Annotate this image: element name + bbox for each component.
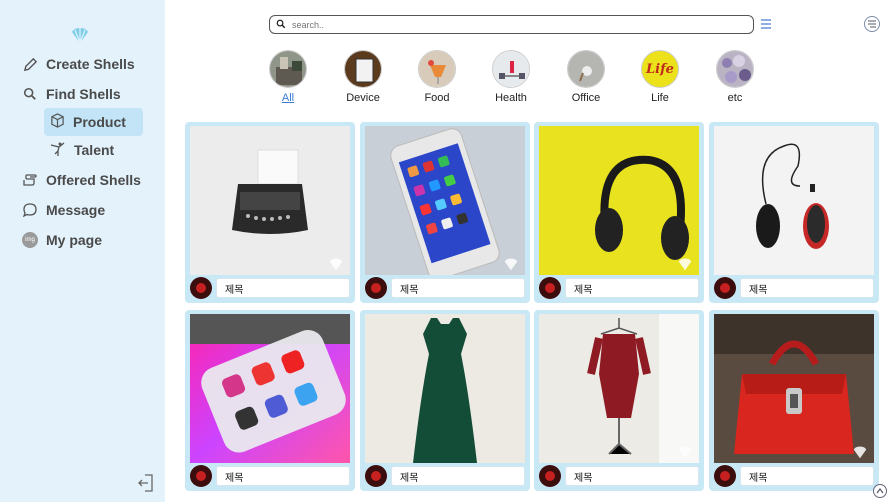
search-input[interactable] [292, 19, 732, 30]
avatar[interactable] [365, 277, 387, 299]
category-image [492, 50, 530, 88]
hamburger-icon [868, 20, 876, 28]
product-card[interactable]: 제목 [709, 122, 879, 303]
avatar: img [22, 232, 38, 248]
nav-label: Message [46, 202, 106, 218]
hand-icon [22, 172, 38, 188]
category-all[interactable]: All [258, 50, 318, 104]
nav-my-page[interactable]: img My page [22, 232, 102, 248]
category-label: All [281, 92, 295, 104]
category-label: Health [495, 92, 527, 104]
category-image [716, 50, 754, 88]
product-card[interactable]: 제목 [534, 122, 704, 303]
shell-watermark-icon [329, 258, 343, 271]
avatar[interactable] [714, 465, 736, 487]
nav-label: Create Shells [46, 56, 135, 72]
nav-label: Offered Shells [46, 172, 141, 188]
pencil-icon [22, 56, 38, 72]
nav-create-shells[interactable]: Create Shells [22, 56, 135, 72]
chat-bubble-icon [22, 202, 38, 218]
card-title: 제목 [565, 466, 699, 486]
avatar[interactable] [714, 277, 736, 299]
shell-watermark-icon [678, 446, 692, 459]
category-image [344, 50, 382, 88]
product-image [365, 314, 525, 463]
category-etc[interactable]: etc [705, 50, 765, 104]
category-life[interactable]: Life Life [630, 50, 690, 104]
nav-product[interactable]: Product [44, 108, 143, 136]
product-card[interactable]: 제목 [185, 310, 355, 491]
chevron-up-icon [876, 488, 884, 494]
avatar[interactable] [190, 277, 212, 299]
avatar[interactable] [539, 277, 561, 299]
product-image [714, 314, 874, 463]
nav-message[interactable]: Message [22, 202, 105, 218]
card-title: 제목 [391, 278, 525, 298]
category-health[interactable]: Health [481, 50, 541, 104]
nav-label: Product [73, 114, 126, 130]
category-image [567, 50, 605, 88]
menu-button[interactable] [864, 16, 880, 32]
shell-logo-icon[interactable] [70, 26, 90, 44]
avatar[interactable] [190, 465, 212, 487]
card-title: 제목 [391, 466, 525, 486]
product-card[interactable]: 제목 [534, 310, 704, 491]
nav-label: My page [46, 232, 103, 248]
category-image [269, 50, 307, 88]
logout-icon[interactable] [137, 473, 155, 493]
life-logo-text: Life [646, 61, 674, 77]
product-image [539, 126, 699, 275]
category-label: Device [346, 92, 380, 104]
category-label: etc [727, 92, 743, 104]
category-image [418, 50, 456, 88]
filter-icon[interactable] [760, 19, 772, 29]
card-title: 제목 [216, 466, 350, 486]
category-food[interactable]: Food [407, 50, 467, 104]
product-image [365, 126, 525, 275]
nav-find-shells[interactable]: Find Shells [22, 86, 121, 102]
search-bar[interactable] [269, 15, 754, 34]
product-image [539, 314, 699, 463]
category-image: Life [641, 50, 679, 88]
product-image [190, 314, 350, 463]
nav-offered-shells[interactable]: Offered Shells [22, 172, 141, 188]
product-card[interactable]: 제목 [360, 122, 530, 303]
box-icon [50, 113, 65, 131]
avatar[interactable] [365, 465, 387, 487]
nav-label: Find Shells [46, 86, 121, 102]
scroll-to-top-button[interactable] [873, 484, 887, 498]
product-image [714, 126, 874, 275]
nav-talent[interactable]: Talent [44, 136, 143, 164]
card-title: 제목 [740, 466, 874, 486]
product-card[interactable]: 제목 [185, 122, 355, 303]
shell-watermark-icon [504, 258, 518, 271]
nav-label: Talent [74, 142, 115, 158]
product-card[interactable]: 제목 [360, 310, 530, 491]
category-label: Office [571, 92, 601, 104]
dancer-icon [50, 141, 66, 160]
shell-watermark-icon [853, 446, 867, 459]
category-office[interactable]: Office [556, 50, 616, 104]
search-icon [22, 86, 38, 102]
sidebar: Create Shells Find Shells Product Talent… [0, 0, 165, 502]
category-label: Life [651, 92, 669, 104]
category-device[interactable]: Device [333, 50, 393, 104]
card-title: 제목 [565, 278, 699, 298]
search-icon [276, 16, 286, 34]
card-title: 제목 [740, 278, 874, 298]
category-label: Food [424, 92, 450, 104]
card-title: 제목 [216, 278, 350, 298]
product-image [190, 126, 350, 275]
product-card[interactable]: 제목 [709, 310, 879, 491]
shell-watermark-icon [678, 258, 692, 271]
avatar[interactable] [539, 465, 561, 487]
